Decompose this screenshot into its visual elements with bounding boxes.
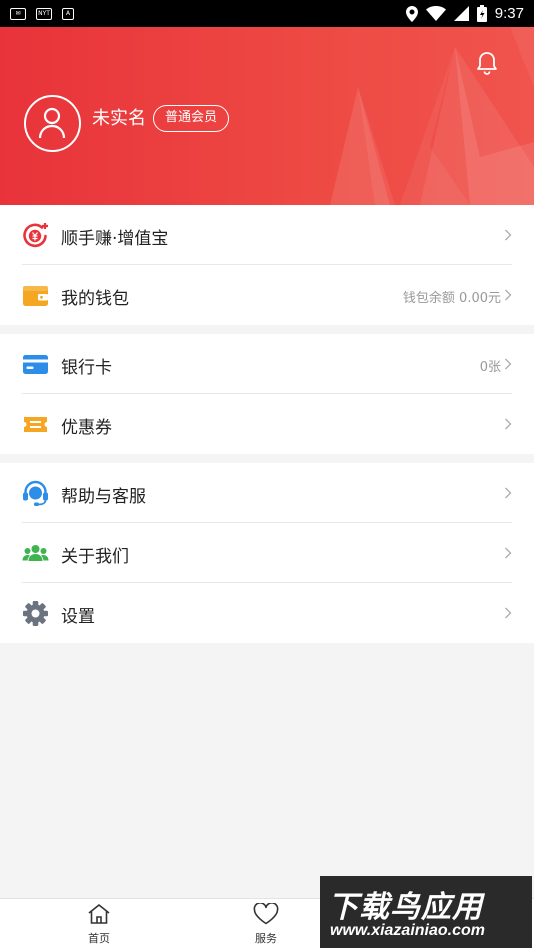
headset-icon bbox=[23, 480, 48, 506]
wallet-balance: 钱包余额 0.00元 bbox=[402, 291, 501, 306]
menu-item-label: 优惠券 bbox=[61, 418, 112, 438]
battery-icon bbox=[476, 5, 487, 22]
menu-item-label: 关于我们 bbox=[61, 547, 129, 567]
nyt-icon: NYT bbox=[36, 7, 52, 20]
tab-home[interactable]: 首页 bbox=[69, 903, 129, 946]
tab-service[interactable]: 服务 bbox=[236, 902, 296, 946]
home-icon bbox=[88, 904, 110, 924]
chevron-right-icon bbox=[505, 487, 512, 499]
bank-card-icon bbox=[23, 355, 48, 374]
location-icon bbox=[405, 5, 418, 22]
chevron-right-icon bbox=[505, 547, 512, 559]
a-icon: A bbox=[62, 7, 74, 20]
avatar[interactable] bbox=[24, 95, 81, 152]
user-name[interactable]: 未实名 bbox=[92, 104, 146, 130]
bell-icon[interactable] bbox=[476, 51, 498, 75]
status-time: 9:37 bbox=[494, 5, 524, 22]
menu-item-about[interactable]: 关于我们 bbox=[0, 523, 534, 583]
gear-icon bbox=[23, 601, 48, 626]
chevron-right-icon bbox=[505, 607, 512, 619]
watermark-logo: 下载鸟应用 www.xiazainiao.com bbox=[320, 876, 532, 948]
menu-item-shunshouzhuan[interactable]: 顺手赚·增值宝 bbox=[0, 205, 534, 265]
chevron-right-icon bbox=[505, 418, 512, 430]
heart-icon bbox=[253, 902, 279, 925]
menu-item-coupon[interactable]: 优惠券 bbox=[0, 394, 534, 454]
profile-header: 未实名 普通会员 bbox=[0, 27, 534, 205]
bank-card-count: 0张 bbox=[479, 360, 501, 375]
watermark-url: www.xiazainiao.com bbox=[330, 922, 486, 939]
menu-group-finance: 顺手赚·增值宝 我的钱包 钱包余额 0.00元 bbox=[0, 205, 534, 325]
chevron-right-icon bbox=[505, 289, 512, 301]
gmail-icon: ✉ bbox=[10, 7, 26, 20]
member-badge[interactable]: 普通会员 bbox=[153, 105, 230, 132]
tab-label: 首页 bbox=[88, 932, 110, 945]
menu-item-settings[interactable]: 设置 bbox=[0, 583, 534, 643]
wallet-icon bbox=[23, 286, 48, 306]
people-icon bbox=[22, 545, 49, 561]
menu-item-bank-card[interactable]: 银行卡 0张 bbox=[0, 334, 534, 394]
signal-icon bbox=[453, 6, 469, 21]
menu-item-label: 帮助与客服 bbox=[61, 487, 146, 507]
tab-label: 服务 bbox=[255, 932, 277, 945]
status-bar: ✉ NYT A 9:37 bbox=[0, 0, 534, 27]
menu-item-label: 我的钱包 bbox=[61, 289, 129, 309]
coupon-icon bbox=[24, 417, 47, 432]
menu-item-label: 设置 bbox=[61, 607, 95, 627]
menu-group-cards: 银行卡 0张 优惠券 bbox=[0, 334, 534, 454]
watermark-title: 下载鸟应用 bbox=[328, 890, 483, 925]
menu-item-label: 顺手赚·增值宝 bbox=[61, 229, 169, 249]
chevron-right-icon bbox=[505, 358, 512, 370]
user-icon bbox=[38, 107, 66, 139]
menu-group-support: 帮助与客服 关于我们 设置 bbox=[0, 463, 534, 643]
chevron-right-icon bbox=[505, 229, 512, 241]
menu-item-help[interactable]: 帮助与客服 bbox=[0, 463, 534, 523]
yuan-coin-icon bbox=[23, 223, 48, 248]
wifi-icon bbox=[425, 6, 446, 21]
menu-item-label: 银行卡 bbox=[61, 358, 112, 378]
menu-item-wallet[interactable]: 我的钱包 钱包余额 0.00元 bbox=[0, 265, 534, 325]
